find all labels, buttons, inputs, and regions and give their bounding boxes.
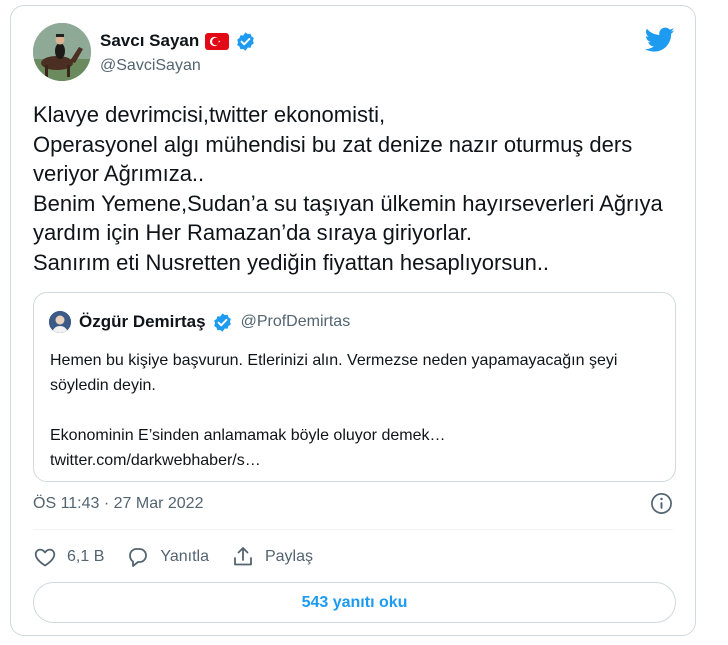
turkey-flag-icon <box>205 32 230 50</box>
author-name-row: Savcı Sayan <box>100 29 256 53</box>
share-upload-icon <box>234 547 252 566</box>
twitter-bird-icon[interactable] <box>644 27 675 53</box>
tweet-header: Savcı Sayan @SavciSayan <box>33 23 677 85</box>
like-button[interactable]: 6,1 B <box>33 545 104 569</box>
quoted-tweet[interactable]: Özgür Demirtaş @ProfDemirtas Hemen bu ki… <box>33 292 676 482</box>
quoted-tweet-body: Hemen bu kişiye başvurun. Etlerinizi alı… <box>50 348 660 473</box>
share-label: Paylaş <box>264 548 314 565</box>
quoted-author-name: Özgür Demirtaş <box>79 312 206 331</box>
verified-badge-icon <box>212 312 233 333</box>
quoted-author-avatar <box>49 311 71 333</box>
quoted-author-handle: @ProfDemirtas <box>240 313 351 330</box>
avatar-image <box>33 23 91 81</box>
reply-button[interactable]: Yanıtla <box>126 545 209 569</box>
info-icon[interactable] <box>650 492 673 515</box>
quoted-text-line: Ekonominin E’sinden anlamamak böyle oluy… <box>50 427 446 444</box>
speech-bubble-icon <box>129 548 148 567</box>
tweet-text: Klavye devrimcisi,twitter ekonomisti, Op… <box>33 102 663 275</box>
author-name[interactable]: Savcı Sayan <box>100 31 199 51</box>
quoted-link[interactable]: twitter.com/darkwebhaber/s… <box>50 448 660 473</box>
quoted-tweet-header: Özgür Demirtaş @ProfDemirtas <box>49 309 350 335</box>
author-handle[interactable]: @SavciSayan <box>100 57 256 75</box>
quoted-text-line: Hemen bu kişiye başvurun. Etlerinizi alı… <box>50 352 618 394</box>
heart-icon <box>34 548 56 567</box>
tweet-actions: 6,1 B Yanıtla Paylaş <box>33 538 335 576</box>
author-info: Savcı Sayan @SavciSayan <box>100 29 256 75</box>
verified-badge-icon <box>235 31 256 52</box>
author-avatar[interactable] <box>33 23 91 81</box>
reply-label: Yanıtla <box>160 548 209 565</box>
share-button[interactable]: Paylaş <box>231 545 313 569</box>
tweet-card: Savcı Sayan @SavciSayan Klavye devrimcis… <box>10 5 696 636</box>
divider <box>33 529 673 530</box>
tweet-timestamp[interactable]: ÖS 11:43 · 27 Mar 2022 <box>33 495 203 513</box>
read-replies-button[interactable]: 543 yanıtı oku <box>33 582 676 623</box>
like-count: 6,1 B <box>67 548 105 565</box>
